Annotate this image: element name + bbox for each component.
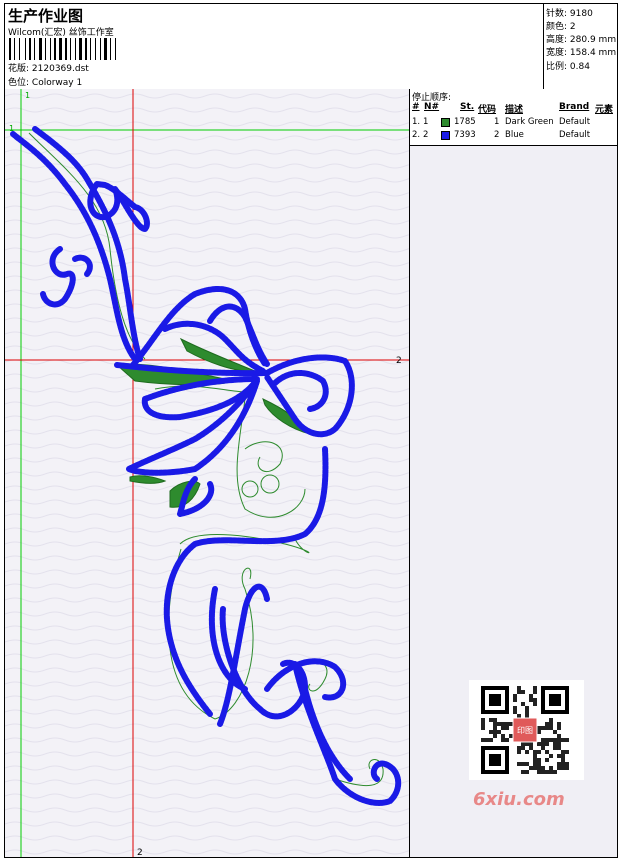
stat-label: 颜色: xyxy=(546,22,568,32)
color-swatch xyxy=(441,118,450,127)
row-description: Dark Green xyxy=(505,117,554,127)
row-stitches: 1785 xyxy=(454,117,476,127)
page-title: 生产作业图 xyxy=(8,7,84,25)
guide-label-red-v: 2 xyxy=(137,848,143,857)
col-header-stitches: St. xyxy=(460,102,475,112)
watermark-text: 6xiu.com xyxy=(473,789,565,810)
design-stats: 针数: 9180 颜色: 2 高度: 280.9 mm 宽度: 158.4 mm… xyxy=(544,4,616,89)
row-brand: Default xyxy=(559,130,591,140)
guide-label-green-v: 1 xyxy=(25,91,30,100)
stat-label: 高度: xyxy=(546,35,568,45)
stat-value: 158.4 mm xyxy=(569,48,617,58)
stat-colors: 颜色: 2 xyxy=(546,19,576,32)
header-info: 生产作业图 Wilcom(汇宏) 丝饰工作室 花版: 2120369.dst 色… xyxy=(5,4,544,89)
qr-code-image: 印图 xyxy=(481,686,569,774)
row-needle: 2 xyxy=(423,130,429,140)
row-index: 1. xyxy=(412,117,421,127)
stat-stitches: 针数: 9180 xyxy=(546,6,593,19)
stop-sequence-table: 停止顺序: # N# St. 代码 描述 Brand 元素 1. 1 1785 … xyxy=(410,89,617,146)
colorway-value: Colorway 1 xyxy=(31,78,83,88)
stat-value: 9180 xyxy=(569,9,593,19)
barcode xyxy=(9,38,116,60)
stat-label: 比例: xyxy=(546,62,568,72)
col-header-description: 描述 xyxy=(505,105,524,115)
design-file-value: 2120369.dst xyxy=(31,64,89,74)
seal-text: 印图 xyxy=(517,726,533,735)
stat-height: 高度: 280.9 mm xyxy=(546,32,616,45)
row-needle: 1 xyxy=(423,117,429,127)
embroidery-design: 1 1 2 2 xyxy=(5,89,409,857)
guide-label-red-h: 2 xyxy=(396,356,402,366)
design-file-line: 花版: 2120369.dst xyxy=(8,61,89,74)
stat-width: 宽度: 158.4 mm xyxy=(546,45,616,58)
stat-label: 宽度: xyxy=(546,48,568,58)
col-header-needle: N# xyxy=(424,102,440,112)
guide-label-green-h: 1 xyxy=(9,124,14,133)
stat-value: 280.9 mm xyxy=(569,35,617,45)
design-canvas[interactable]: 1 1 2 2 xyxy=(5,89,410,857)
design-file-label: 花版: xyxy=(8,64,30,74)
colorway-line: 色位: Colorway 1 xyxy=(8,75,82,88)
qr-code: 印图 xyxy=(469,680,584,780)
row-brand: Default xyxy=(559,117,591,127)
col-header-element: 元素 xyxy=(595,105,614,115)
row-description: Blue xyxy=(505,130,524,140)
col-header-code: 代码 xyxy=(478,105,497,115)
stat-value: 2 xyxy=(569,22,576,32)
stat-ratio: 比例: 0.84 xyxy=(546,59,590,72)
row-index: 2. xyxy=(412,130,421,140)
row-code: 1 xyxy=(494,117,500,127)
col-header-index: # xyxy=(412,102,420,112)
row-code: 2 xyxy=(494,130,500,140)
col-header-brand: Brand xyxy=(559,102,590,112)
colorway-label: 色位: xyxy=(8,78,30,88)
row-stitches: 7393 xyxy=(454,130,476,140)
stat-value: 0.84 xyxy=(569,62,590,72)
header: 生产作业图 Wilcom(汇宏) 丝饰工作室 花版: 2120369.dst 色… xyxy=(5,4,617,90)
stat-label: 针数: xyxy=(546,9,568,19)
color-swatch xyxy=(441,131,450,140)
company-name: Wilcom(汇宏) 丝饰工作室 xyxy=(8,28,114,38)
